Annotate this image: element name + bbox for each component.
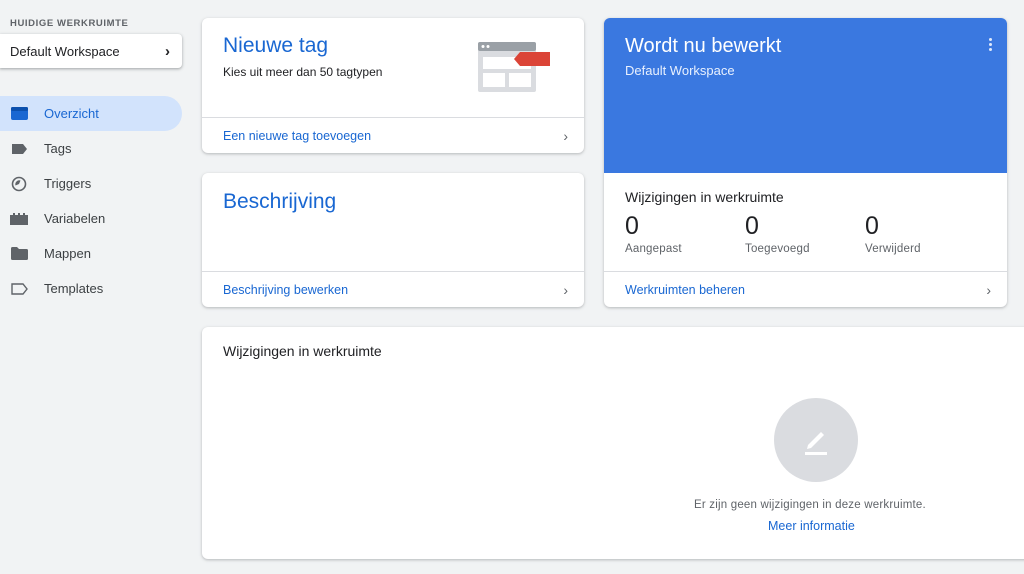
- sidebar-item-tags[interactable]: Tags: [0, 131, 182, 166]
- sidebar-item-mappen[interactable]: Mappen: [0, 236, 182, 271]
- stat-label: Aangepast: [625, 243, 682, 255]
- currently-editing-title: Wordt nu bewerkt: [625, 35, 782, 57]
- sidebar-item-label: Mappen: [44, 246, 91, 261]
- new-tag-subtitle: Kies uit meer dan 50 tagtypen: [223, 65, 383, 79]
- stat-value: 0: [625, 212, 639, 240]
- sidebar-nav: Overzicht Tags Triggers Variabelen Mappe…: [0, 96, 182, 306]
- description-title: Beschrijving: [223, 190, 337, 213]
- add-new-tag-label: Een nieuwe tag toevoegen: [223, 128, 372, 143]
- edit-pencil-icon: [774, 398, 858, 482]
- template-icon: [10, 280, 28, 298]
- stat-label: Toegevoegd: [745, 243, 810, 255]
- workspace-banner: Wordt nu bewerkt Default Workspace: [604, 18, 1007, 173]
- workspace-changes-title: Wijzigingen in werkruimte: [625, 189, 784, 205]
- current-workspace-label: HUIDIGE WERKRUIMTE: [10, 18, 129, 29]
- workspace-changes-heading: Wijzigingen in werkruimte: [223, 343, 382, 359]
- variable-icon: [10, 210, 28, 228]
- stat-deleted: 0 Verwijderd: [865, 211, 921, 255]
- more-info-link[interactable]: Meer informatie: [768, 519, 855, 533]
- empty-state-text: Er zijn geen wijzigingen in deze werkrui…: [694, 499, 926, 511]
- tag-illustration-icon: [478, 42, 552, 99]
- manage-workspaces-link[interactable]: Werkruimten beheren ›: [604, 271, 1007, 307]
- currently-editing-card: Wordt nu bewerkt Default Workspace Wijzi…: [604, 18, 1007, 307]
- chevron-right-icon: ›: [563, 281, 568, 298]
- sidebar-item-label: Variabelen: [44, 211, 106, 226]
- trigger-icon: [10, 175, 28, 193]
- manage-workspaces-label: Werkruimten beheren: [625, 282, 745, 297]
- chevron-right-icon: ›: [563, 127, 568, 144]
- sidebar-item-label: Templates: [44, 281, 104, 296]
- sidebar-item-templates[interactable]: Templates: [0, 271, 182, 306]
- overview-icon: [10, 105, 28, 123]
- edit-description-label: Beschrijving bewerken: [223, 282, 349, 297]
- workspace-selector[interactable]: Default Workspace ›: [0, 34, 182, 68]
- stat-added: 0 Toegevoegd: [745, 211, 810, 255]
- sidebar-item-label: Tags: [44, 141, 72, 156]
- sidebar-item-overzicht[interactable]: Overzicht: [0, 96, 182, 131]
- workspace-changes-card: Wijzigingen in werkruimte Er zijn geen w…: [202, 327, 1024, 559]
- chevron-right-icon: ›: [165, 42, 170, 60]
- stat-value: 0: [745, 212, 759, 240]
- new-tag-title[interactable]: Nieuwe tag: [223, 34, 328, 58]
- stat-modified: 0 Aangepast: [625, 211, 682, 255]
- description-card: Beschrijving Beschrijving bewerken ›: [202, 173, 584, 307]
- chevron-right-icon: ›: [986, 281, 991, 298]
- more-vert-icon[interactable]: [987, 38, 993, 54]
- sidebar-item-label: Overzicht: [44, 106, 99, 121]
- edit-description-link[interactable]: Beschrijving bewerken ›: [202, 271, 584, 307]
- sidebar-item-label: Triggers: [44, 176, 92, 191]
- sidebar: HUIDIGE WERKRUIMTE Default Workspace › O…: [0, 0, 190, 574]
- currently-editing-workspace: Default Workspace: [625, 63, 735, 78]
- stat-value: 0: [865, 212, 879, 240]
- workspace-name: Default Workspace: [10, 43, 120, 59]
- stat-label: Verwijderd: [865, 243, 921, 255]
- add-new-tag-link[interactable]: Een nieuwe tag toevoegen ›: [202, 117, 584, 153]
- folder-icon: [10, 245, 28, 263]
- sidebar-item-triggers[interactable]: Triggers: [0, 166, 182, 201]
- new-tag-card: Nieuwe tag Kies uit meer dan 50 tagtypen…: [202, 18, 584, 153]
- tag-icon: [10, 140, 28, 158]
- sidebar-item-variabelen[interactable]: Variabelen: [0, 201, 182, 236]
